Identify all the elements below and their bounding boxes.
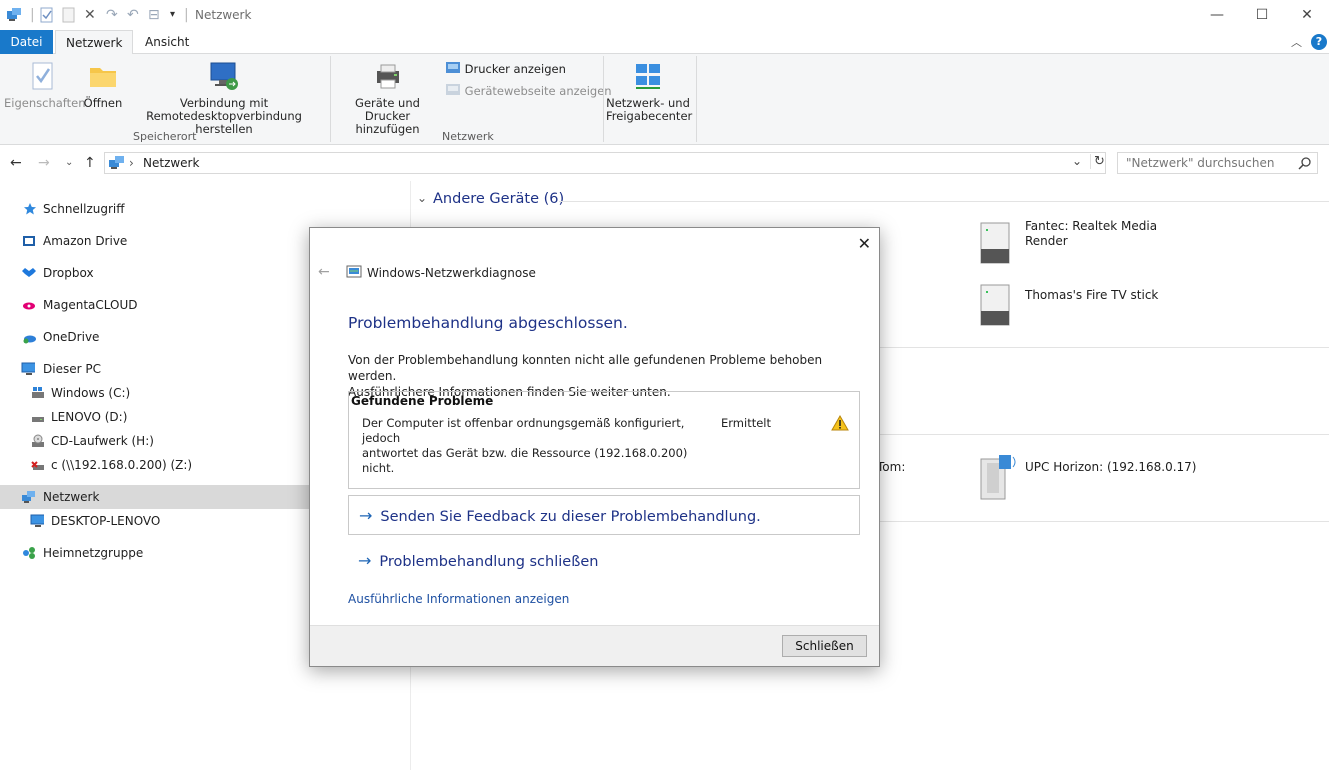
collapse-ribbon-icon[interactable]: ︿ — [1291, 34, 1302, 50]
add-devices-button[interactable]: Geräte und Drucker hinzufügen — [334, 60, 441, 136]
dialog-back-arrow-icon[interactable]: ← — [318, 264, 330, 280]
address-dropdown-icon[interactable]: ⌄ — [1072, 154, 1082, 168]
delete-qa-icon[interactable]: ✕ — [84, 7, 96, 23]
printer-icon — [372, 60, 404, 92]
device-tom-partial[interactable]: Tom: — [877, 460, 905, 475]
device-webpage-button[interactable]: Gerätewebseite anzeigen — [445, 83, 612, 99]
breadcrumb[interactable]: Netzwerk — [143, 156, 199, 170]
cd-drive-icon — [32, 434, 44, 447]
problems-box: Gefundene Probleme Der Computer ist offe… — [348, 391, 860, 489]
diagnostics-icon — [346, 265, 362, 278]
network-location-icon — [109, 156, 124, 169]
arrow-right-icon: → — [359, 506, 373, 525]
network-icon — [22, 491, 35, 503]
warning-icon — [831, 415, 849, 431]
drive-icon — [32, 417, 44, 422]
back-arrow-icon[interactable]: ← — [10, 155, 22, 171]
detailed-info-link[interactable]: Ausführliche Informationen anzeigen — [348, 592, 569, 606]
undo-qa-icon[interactable]: ↶ — [127, 7, 139, 23]
computer-icon — [30, 514, 44, 527]
breadcrumb-chevron-icon: › — [129, 156, 134, 170]
open-button[interactable]: Öffnen — [82, 60, 124, 110]
feedback-link[interactable]: → Senden Sie Feedback zu dieser Problembe… — [348, 495, 860, 535]
folder-icon — [87, 60, 119, 92]
problem-status: Ermittelt — [721, 416, 771, 430]
tab-network[interactable]: Netzwerk — [55, 30, 134, 55]
remote-desktop-button[interactable]: Verbindung mit Remotedesktopverbindung h… — [124, 60, 324, 136]
computer-icon — [21, 362, 35, 375]
dialog-close-icon[interactable]: ✕ — [858, 234, 871, 253]
router-icon — [980, 455, 1016, 500]
close-troubleshooter-link[interactable]: → Problembehandlung schließen — [348, 541, 598, 581]
address-bar[interactable]: › Netzwerk ⌄ ↻ — [104, 152, 1106, 174]
refresh-icon[interactable]: ↻ — [1090, 154, 1105, 169]
show-printers-icon — [446, 62, 460, 73]
problem-description: Der Computer ist offenbar ordnungsgemäß … — [362, 416, 688, 475]
properties-button[interactable]: Eigenschaften — [4, 60, 86, 110]
disconnected-drive-icon — [31, 461, 44, 470]
properties-icon — [26, 60, 58, 92]
nav-item-quick-access[interactable]: Schnellzugriff — [0, 197, 410, 221]
properties-qa-icon[interactable] — [40, 7, 54, 23]
dropbox-icon — [22, 268, 36, 277]
magentacloud-icon — [23, 302, 35, 310]
help-icon[interactable]: ? — [1311, 34, 1327, 50]
group-label-network: Netzwerk — [442, 130, 494, 143]
maximize-button[interactable]: ☐ — [1247, 4, 1277, 26]
navigation-bar: ← → ⌄ ↑ › Netzwerk ⌄ ↻ "Netzwerk" durchs… — [0, 146, 1329, 181]
qa-dropdown-icon[interactable]: ▾ — [170, 7, 175, 23]
close-button[interactable]: Schließen — [782, 635, 867, 657]
forward-arrow-icon[interactable]: → — [38, 155, 50, 171]
group-label-location: Speicherort — [133, 130, 197, 143]
windows-drive-icon — [32, 387, 44, 398]
ribbon-tabs: Datei Netzwerk Ansicht ︿ ? — [0, 30, 1329, 55]
arrow-right-icon: → — [358, 551, 372, 570]
show-printers-button[interactable]: Drucker anzeigen — [445, 61, 566, 77]
amazon-drive-icon — [23, 236, 35, 246]
device-webpage-icon — [446, 84, 460, 95]
up-arrow-icon[interactable]: ↑ — [84, 155, 96, 171]
dialog-title: Windows-Netzwerkdiagnose — [367, 266, 536, 280]
redo-qa-icon[interactable]: ↷ — [106, 7, 118, 23]
dialog-footer: Schließen — [310, 625, 879, 666]
network-center-icon — [632, 60, 664, 92]
dialog-heading: Problembehandlung abgeschlossen. — [348, 314, 628, 332]
rename-qa-icon[interactable]: ⊟ — [148, 7, 160, 23]
group-header-other-devices[interactable]: Andere Geräte (6) — [433, 191, 564, 207]
window-title: Netzwerk — [195, 8, 252, 22]
remote-desktop-icon — [208, 60, 240, 92]
homegroup-icon — [23, 547, 35, 559]
problems-header: Gefundene Probleme — [351, 394, 494, 408]
close-window-button[interactable]: ✕ — [1292, 4, 1322, 26]
media-device-icon — [980, 284, 1010, 326]
onedrive-icon — [23, 335, 36, 344]
search-icon — [1298, 157, 1311, 170]
minimize-button[interactable]: — — [1202, 4, 1232, 26]
tab-view[interactable]: Ansicht — [135, 30, 199, 54]
media-device-icon — [980, 222, 1010, 264]
ribbon: Eigenschaften Öffnen Verbindung mit Remo… — [0, 54, 1329, 145]
star-icon — [24, 203, 36, 215]
tab-file[interactable]: Datei — [0, 30, 53, 54]
network-center-button[interactable]: Netzwerk- und Freigabecenter — [606, 60, 692, 123]
new-folder-qa-icon[interactable] — [62, 7, 76, 23]
collapse-group-icon[interactable]: ⌄ — [417, 191, 427, 205]
recent-locations-icon[interactable]: ⌄ — [65, 157, 73, 168]
search-input[interactable]: "Netzwerk" durchsuchen — [1117, 152, 1318, 174]
network-diagnostics-dialog: ✕ ← Windows-Netzwerkdiagnose Problembeha… — [309, 227, 880, 667]
network-folder-icon — [6, 7, 22, 23]
title-bar: | ✕ ↷ ↶ ⊟ ▾ | Netzwerk — ☐ ✕ — [0, 0, 1329, 30]
